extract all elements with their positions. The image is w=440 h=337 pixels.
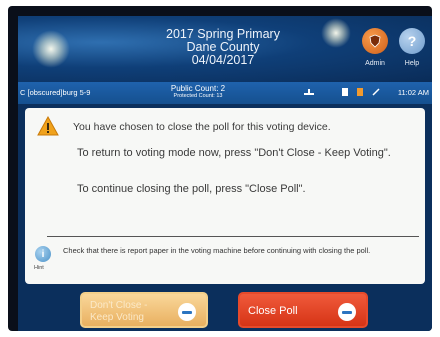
status-bar: C [obscured]burg 5-9 Public Count: 2 Pro… bbox=[18, 82, 432, 104]
status-icons bbox=[303, 87, 381, 99]
hint-label: Hint bbox=[34, 265, 44, 271]
document-icon bbox=[341, 88, 348, 96]
screen-glare-left bbox=[32, 30, 70, 68]
return-instruction: To return to voting mode now, press "Don… bbox=[77, 147, 391, 159]
close-poll-label: Close Poll bbox=[248, 305, 298, 317]
clock: 11:02 AM bbox=[397, 88, 429, 97]
network-icon bbox=[304, 89, 314, 95]
keep-voting-label-line1: Don't Close - bbox=[90, 300, 148, 311]
hint-info-icon: i bbox=[35, 246, 51, 262]
help-label: Help bbox=[404, 60, 420, 67]
keep-voting-label: Don't Close - Keep Voting bbox=[90, 300, 148, 324]
election-date: 04/04/2017 bbox=[191, 53, 255, 67]
keep-voting-button[interactable]: Don't Close - Keep Voting bbox=[80, 292, 208, 328]
admin-button[interactable]: Admin bbox=[358, 28, 392, 78]
protected-count: Protected Count: 13 bbox=[173, 93, 223, 99]
election-title: 2017 Spring Primary Dane County 04/04/20… bbox=[133, 28, 313, 67]
close-poll-dialog: You have chosen to close the poll for th… bbox=[25, 108, 425, 284]
question-mark-icon: ? bbox=[399, 28, 425, 54]
precinct-name: C [obscured]burg 5-9 bbox=[20, 88, 91, 97]
dialog-message: You have chosen to close the poll for th… bbox=[73, 121, 331, 133]
keep-voting-label-line2: Keep Voting bbox=[90, 312, 144, 323]
admin-label: Admin bbox=[365, 60, 385, 67]
device-bezel: 2017 Spring Primary Dane County 04/04/20… bbox=[8, 6, 432, 331]
close-poll-button[interactable]: Close Poll bbox=[238, 292, 368, 328]
voting-screen: 2017 Spring Primary Dane County 04/04/20… bbox=[18, 16, 432, 331]
minus-circle-icon bbox=[338, 303, 356, 321]
hint-text: Check that there is report paper in the … bbox=[63, 246, 371, 255]
dialog-divider bbox=[47, 236, 419, 237]
power-plug-icon bbox=[372, 88, 380, 96]
shield-icon bbox=[362, 28, 388, 54]
election-header: 2017 Spring Primary Dane County 04/04/20… bbox=[18, 16, 432, 82]
minus-circle-icon bbox=[178, 303, 196, 321]
help-button[interactable]: ? Help bbox=[395, 28, 429, 78]
battery-icon bbox=[357, 88, 364, 96]
ballot-counts: Public Count: 2 Protected Count: 13 bbox=[158, 84, 238, 99]
warning-icon bbox=[37, 116, 59, 136]
public-count: Public Count: 2 bbox=[170, 84, 226, 93]
screen-glare-right bbox=[321, 18, 351, 48]
continue-instruction: To continue closing the poll, press "Clo… bbox=[77, 183, 306, 195]
